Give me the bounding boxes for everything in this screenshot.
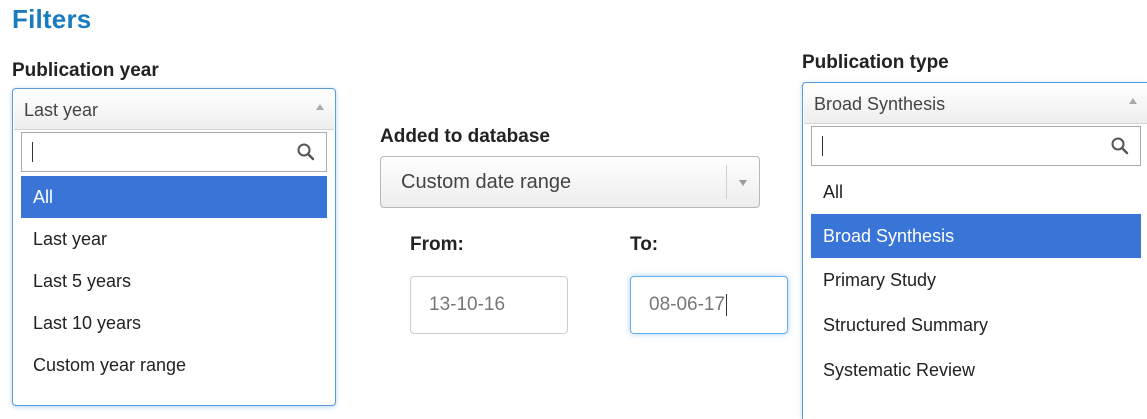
publication-year-option-last-year[interactable]: Last year (21, 218, 327, 260)
to-date-input[interactable]: 08-06-17 (630, 276, 788, 334)
publication-year-label: Publication year (12, 60, 159, 81)
chevron-up-icon (1129, 98, 1137, 104)
publication-year-option-custom-range[interactable]: Custom year range (21, 344, 327, 386)
publication-type-dropdown[interactable]: Broad Synthesis All Broad Synthesis Prim… (802, 82, 1147, 419)
text-cursor (822, 136, 823, 156)
search-icon (1111, 137, 1129, 155)
added-to-database-label: Added to database (380, 126, 550, 147)
publication-year-selected-value: Last year (24, 100, 99, 120)
from-date-input[interactable]: 13-10-16 (410, 276, 568, 334)
from-date-value: 13-10-16 (429, 294, 506, 315)
added-to-database-select[interactable]: Custom date range (380, 156, 760, 208)
publication-year-option-all[interactable]: All (21, 176, 327, 218)
from-label: From: (410, 234, 464, 255)
publication-type-option-structured-summary[interactable]: Structured Summary (811, 302, 1141, 348)
chevron-down-icon (739, 180, 747, 186)
publication-year-option-last-10-years[interactable]: Last 10 years (21, 302, 327, 344)
filters-heading: Filters (12, 4, 92, 34)
chevron-up-icon (316, 104, 324, 110)
select-divider (726, 165, 727, 199)
publication-type-search-input[interactable] (811, 126, 1141, 166)
publication-type-options: All Broad Synthesis Primary Study Struct… (811, 170, 1141, 392)
publication-type-selected-value: Broad Synthesis (814, 94, 946, 114)
publication-type-option-primary-study[interactable]: Primary Study (811, 258, 1141, 302)
search-icon (297, 143, 315, 161)
publication-year-option-last-5-years[interactable]: Last 5 years (21, 260, 327, 302)
publication-type-option-broad-synthesis[interactable]: Broad Synthesis (811, 214, 1141, 258)
to-label: To: (630, 234, 659, 255)
publication-year-search-input[interactable] (21, 132, 327, 172)
publication-year-options: All Last year Last 5 years Last 10 years… (21, 176, 327, 386)
publication-type-select[interactable]: Broad Synthesis (804, 84, 1147, 124)
publication-type-option-all[interactable]: All (811, 170, 1141, 214)
text-cursor (32, 142, 33, 162)
to-date-value: 08-06-17 (649, 294, 726, 315)
publication-type-label: Publication type (802, 52, 949, 73)
text-cursor (726, 293, 728, 316)
publication-type-option-systematic-review[interactable]: Systematic Review (811, 348, 1141, 392)
added-to-database-selected-value: Custom date range (401, 171, 572, 193)
publication-year-select[interactable]: Last year (14, 90, 334, 130)
publication-year-dropdown[interactable]: Last year All Last year Last 5 years Las… (12, 88, 336, 406)
